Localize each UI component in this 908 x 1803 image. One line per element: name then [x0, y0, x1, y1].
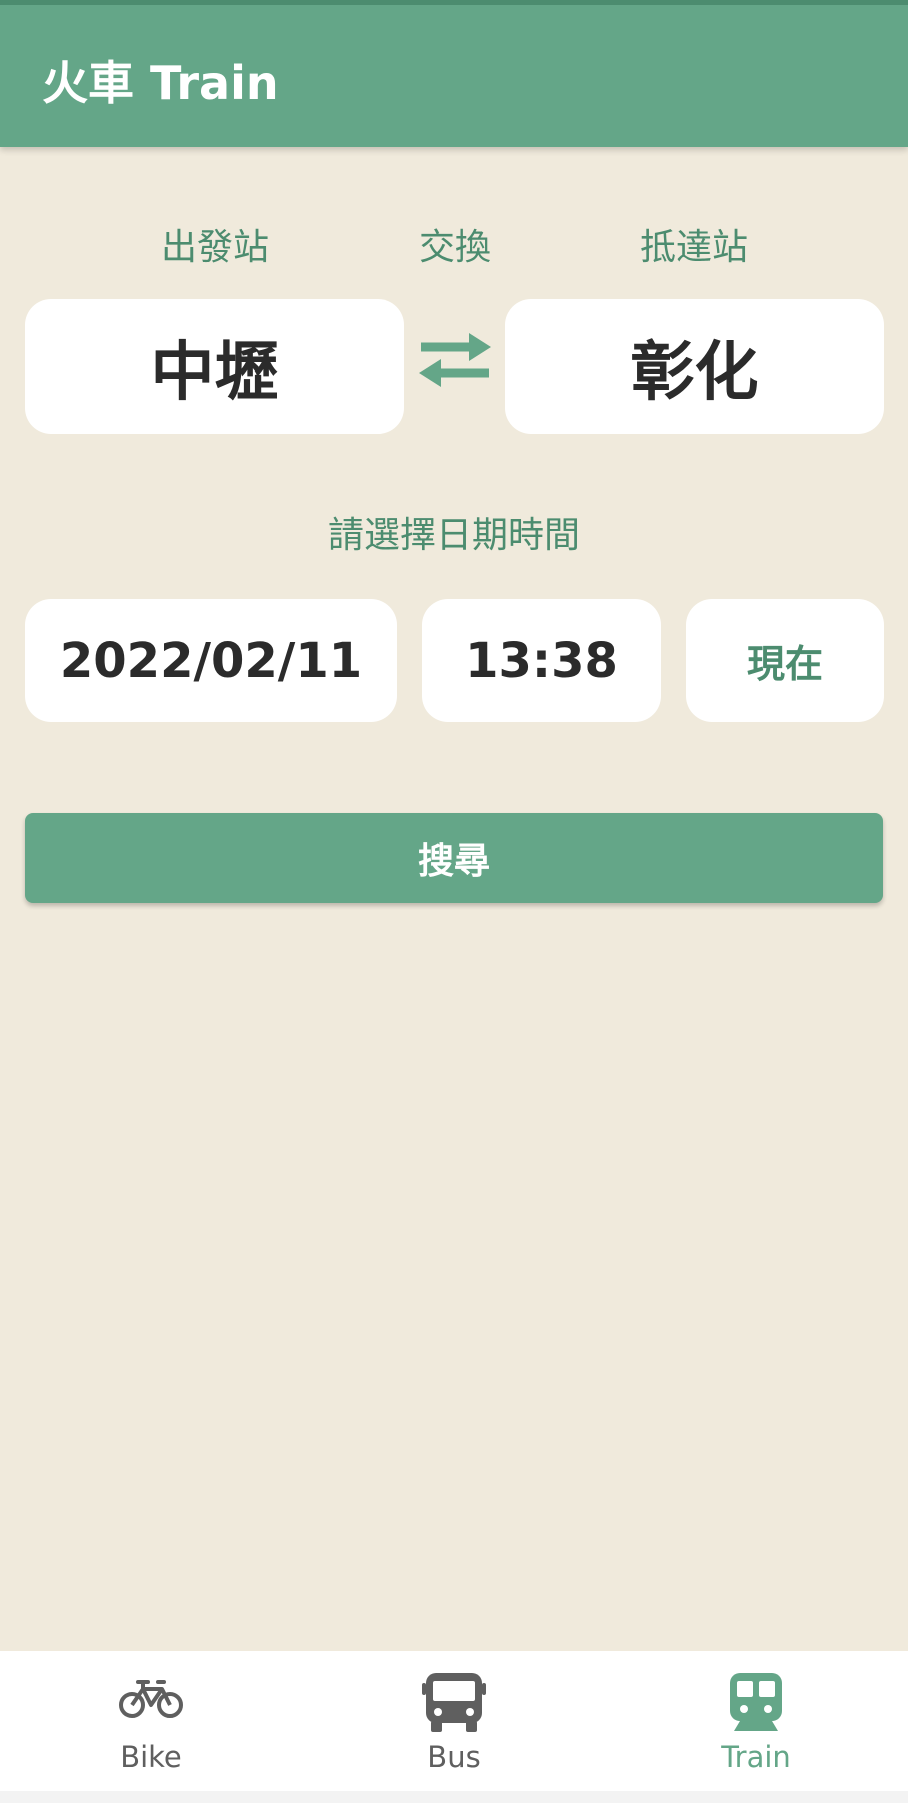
nav-item-train[interactable]: Train [666, 1651, 846, 1791]
arrival-station-button[interactable]: 彰化 [505, 299, 884, 434]
datetime-label: 請選擇日期時間 [327, 515, 580, 556]
swap-label: 交換 [418, 227, 491, 268]
date-picker-button[interactable]: 2022/02/11 [25, 599, 397, 722]
system-nav-strip [0, 1791, 908, 1803]
swap-arrows-icon [419, 333, 491, 387]
now-button-label: 現在 [746, 642, 823, 686]
nav-label-bike: Bike [120, 1740, 182, 1774]
app-title: 火車 Train [42, 56, 279, 110]
bus-icon [422, 1673, 486, 1732]
swap-stations-button[interactable] [410, 322, 500, 398]
arrival-station-name: 彰化 [630, 335, 759, 410]
bottom-navigation: Bike Bus Train [0, 1651, 908, 1791]
search-button[interactable]: 搜尋 [25, 813, 883, 903]
departure-station-button[interactable]: 中壢 [25, 299, 404, 434]
nav-item-bike[interactable]: Bike [61, 1651, 241, 1791]
app-bar: 火車 Train [0, 0, 908, 147]
search-button-label: 搜尋 [417, 841, 490, 882]
nav-item-bus[interactable]: Bus [364, 1651, 544, 1791]
departure-label: 出發站 [160, 227, 269, 268]
departure-station-name: 中壢 [150, 335, 279, 410]
nav-label-train: Train [721, 1740, 791, 1774]
arrival-label: 抵達站 [639, 227, 748, 268]
now-button[interactable]: 現在 [686, 599, 884, 722]
train-icon [730, 1673, 782, 1731]
time-value: 13:38 [465, 632, 618, 689]
date-value: 2022/02/11 [59, 632, 363, 689]
bike-icon [119, 1680, 183, 1718]
nav-label-bus: Bus [427, 1740, 481, 1774]
time-picker-button[interactable]: 13:38 [422, 599, 661, 722]
